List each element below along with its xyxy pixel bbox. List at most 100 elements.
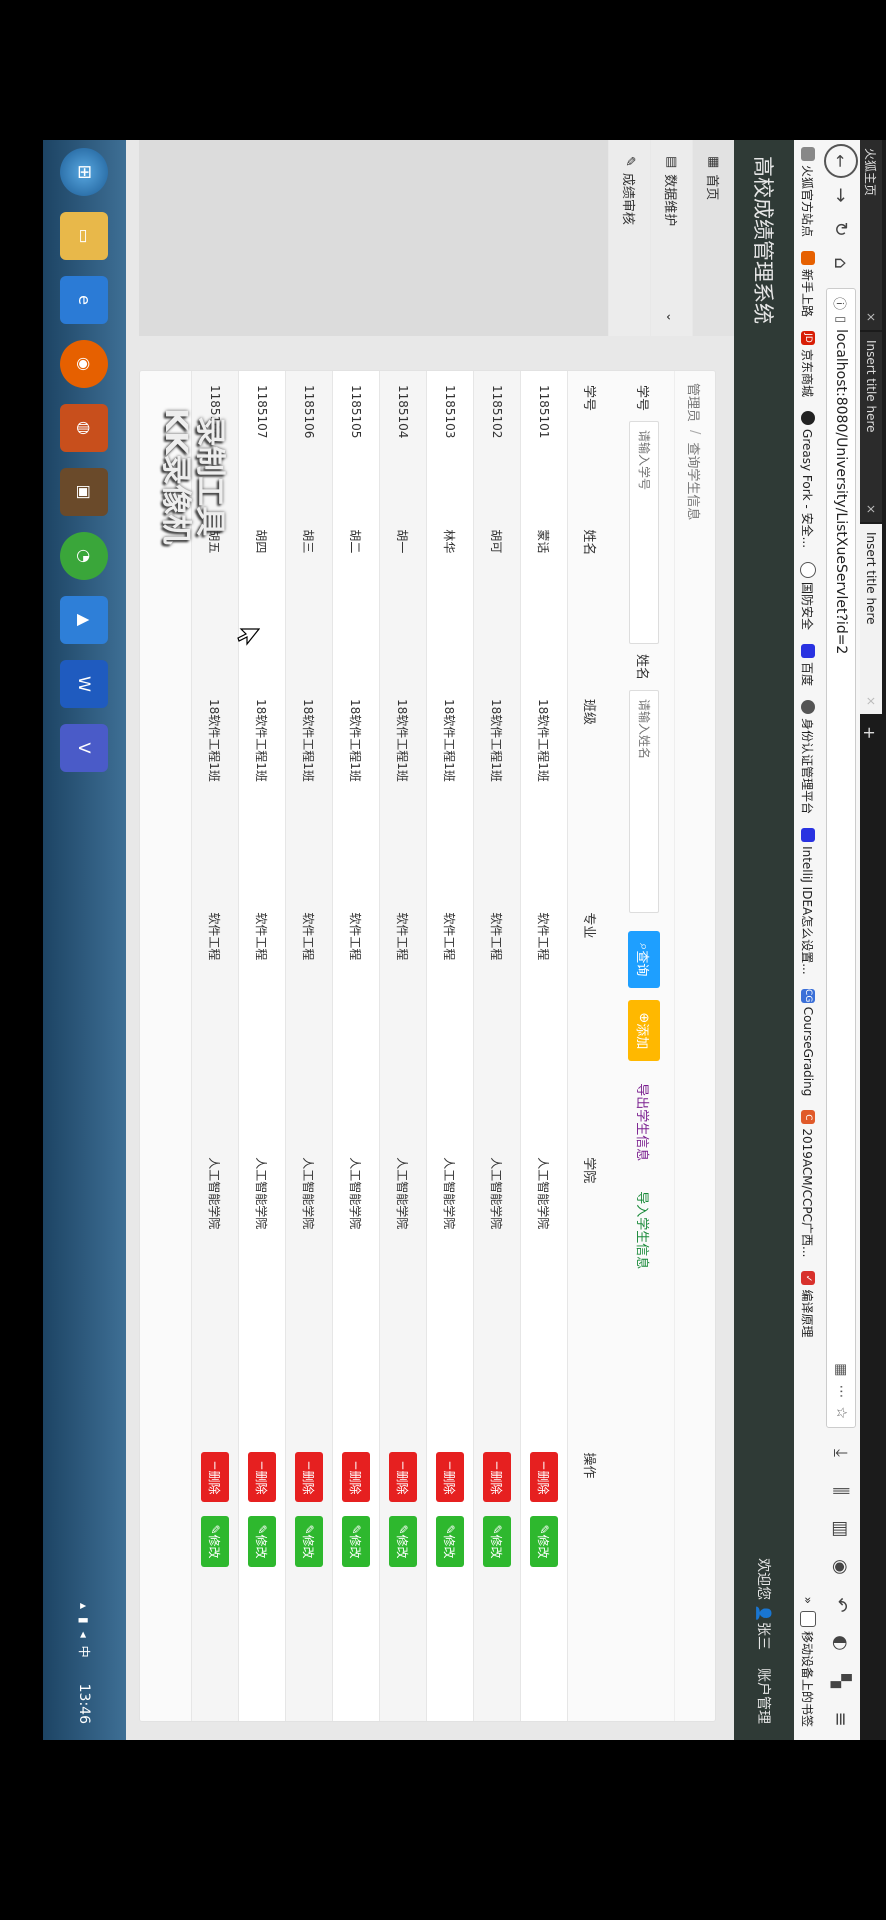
edit-button[interactable]: ✎ 修改 xyxy=(295,1516,323,1567)
edit-button[interactable]: ✎ 修改 xyxy=(389,1516,417,1567)
app-green-icon[interactable]: ◔ xyxy=(60,532,109,580)
file-explorer-icon[interactable]: ▭ xyxy=(60,212,109,260)
bookmark-acm[interactable]: C 2019ACM/CCPC广西... xyxy=(800,1103,817,1264)
bookmark-firefox[interactable]: 火狐官方站点 xyxy=(800,140,817,244)
word-icon[interactable]: W xyxy=(60,660,109,708)
cell-class: 18软件工程1班 xyxy=(238,684,286,899)
delete-button[interactable]: − 删除 xyxy=(342,1452,370,1503)
bookmark-greasyfork[interactable]: Greasy Fork - 安全... xyxy=(800,404,817,555)
delete-button[interactable]: − 删除 xyxy=(530,1452,558,1503)
reload-icon[interactable]: ↻ xyxy=(824,212,858,246)
more-actions-icon[interactable]: ⋯ xyxy=(833,1384,849,1398)
account-icon[interactable]: ◉ xyxy=(824,1550,858,1584)
sidebar-item-grade-review[interactable]: ✎ 成绩审核 xyxy=(608,140,650,336)
library-icon[interactable]: ⫼ xyxy=(824,1474,858,1508)
user-icon: 👤 xyxy=(755,1604,771,1622)
sidebar-item-label: 成绩审核 xyxy=(620,172,635,225)
info-icon[interactable]: ⓘ xyxy=(832,297,851,310)
qr-code-icon[interactable]: ▦ xyxy=(833,1363,849,1376)
taskbar-clock[interactable]: 13:46 xyxy=(77,1684,93,1724)
network-icon[interactable]: ▮ xyxy=(78,1617,92,1624)
bookmark-intellij[interactable]: IntelliJ IDEA怎么设置... xyxy=(800,821,817,982)
recorder-icon[interactable]: ◍ xyxy=(60,404,109,452)
table-row: 1185103 林华 18软件工程1班 软件工程 人工智能学院 − 删除 ✎ 修改 xyxy=(426,371,474,1721)
bookmark-mobile[interactable]: 移动设备上的书签 xyxy=(800,1604,817,1734)
student-id-input[interactable] xyxy=(629,421,659,645)
firefox-icon[interactable]: ◉ xyxy=(60,340,109,388)
edit-button[interactable]: ✎ 修改 xyxy=(201,1516,229,1567)
import-students-link[interactable]: 导入学生信息 xyxy=(635,1191,654,1269)
delete-button[interactable]: − 删除 xyxy=(201,1452,229,1503)
student-name-input[interactable] xyxy=(629,690,659,914)
visio-icon[interactable]: V xyxy=(60,724,109,772)
home-icon[interactable]: ⌂ xyxy=(824,246,858,280)
cell-college: 人工智能学院 xyxy=(520,1143,568,1439)
add-button[interactable]: ⊕ 添加 xyxy=(628,1000,660,1062)
ie-icon[interactable]: e xyxy=(60,276,109,324)
check-icon: ✓ xyxy=(801,1271,815,1286)
delete-label: 删除 xyxy=(301,1470,316,1495)
sidebar-item-data-maintenance[interactable]: ▤ 数据维护 ⌄ xyxy=(650,140,692,336)
bookmark-auth[interactable]: 身份认证管理平台 xyxy=(800,693,817,821)
close-icon[interactable]: × xyxy=(864,312,878,322)
url-text[interactable]: localhost:8080/University/ListXueServlet… xyxy=(833,329,849,1355)
export-students-link[interactable]: 导出学生信息 xyxy=(635,1083,654,1161)
close-icon[interactable]: × xyxy=(864,504,878,514)
edit-button[interactable]: ✎ 修改 xyxy=(530,1516,558,1567)
cell-name: 胡三 xyxy=(285,515,333,685)
sidebar-item-label: 数据维护 xyxy=(662,174,677,227)
chevron-down-icon: ⌄ xyxy=(664,311,679,322)
sidebar-icon[interactable]: ▥ xyxy=(824,1512,858,1546)
bookmark-compiler[interactable]: ✓ 编译原理 xyxy=(800,1264,817,1344)
bookmark-label: 百度 xyxy=(800,662,815,687)
greasyfork-icon xyxy=(801,411,815,426)
bookmark-baidu[interactable]: 百度 xyxy=(800,637,817,693)
search-button[interactable]: ⌕ 查询 xyxy=(628,931,660,989)
delete-button[interactable]: − 删除 xyxy=(248,1452,276,1503)
minus-icon: − xyxy=(443,1460,457,1471)
table-row: 1185105 胡二 18软件工程1班 软件工程 人工智能学院 − 删除 ✎ 修改 xyxy=(332,371,380,1721)
delete-button[interactable]: − 删除 xyxy=(295,1452,323,1503)
extension-icon[interactable]: ◐ xyxy=(824,1626,858,1660)
game-icon[interactable]: ▣ xyxy=(60,468,109,516)
bookmark-star-icon[interactable]: ☆ xyxy=(833,1406,849,1419)
breadcrumb-admin[interactable]: 管理员 xyxy=(686,383,705,422)
bookmark-coursegrading[interactable]: CG CourseGrading xyxy=(801,982,815,1104)
intellij-icon[interactable]: ▲ xyxy=(60,596,109,644)
volume-icon[interactable]: ◂ xyxy=(78,1632,92,1638)
watermark-line: KK录像机 xyxy=(158,408,193,545)
new-tab-button[interactable]: + xyxy=(860,716,879,749)
student-name-label: 姓名 xyxy=(634,654,650,681)
bookmark-jd[interactable]: JD 京东商城 xyxy=(800,324,817,404)
close-icon[interactable]: × xyxy=(864,696,878,706)
account-menu[interactable]: 账户管理 xyxy=(754,1668,774,1724)
edit-button[interactable]: ✎ 修改 xyxy=(342,1516,370,1567)
sidebar-item-home[interactable]: ▦ 首页 xyxy=(692,140,734,336)
bookmark-defense[interactable]: 国防安全 xyxy=(800,555,817,637)
bookmark-getting-started[interactable]: 新手上路 xyxy=(800,244,817,324)
menu-icon[interactable]: ≡ xyxy=(824,1702,858,1736)
tab-insert-title-1[interactable]: Insert title here × xyxy=(860,332,882,522)
edit-button[interactable]: ✎ 修改 xyxy=(436,1516,464,1567)
delete-button[interactable]: − 删除 xyxy=(436,1452,464,1503)
apps-icon[interactable]: ▚ xyxy=(824,1664,858,1698)
cell-major: 软件工程 xyxy=(238,898,286,1144)
start-button[interactable]: ⊞ xyxy=(60,148,109,196)
delete-button[interactable]: − 删除 xyxy=(389,1452,417,1503)
undo-icon[interactable]: ↶ xyxy=(824,1588,858,1622)
tray-chevron-icon[interactable]: ▴ xyxy=(78,1603,92,1609)
download-icon[interactable]: ⤓ xyxy=(824,1436,858,1470)
bookmarks-more-icon[interactable]: » xyxy=(801,1597,815,1604)
tab-insert-title-2[interactable]: Insert title here × xyxy=(860,524,882,714)
cell-major: 软件工程 xyxy=(520,898,568,1144)
url-bar[interactable]: ⓘ ▯ localhost:8080/University/ListXueSer… xyxy=(826,288,856,1428)
tab-firefox-home[interactable]: 火狐主页 × xyxy=(860,140,882,330)
ime-icon[interactable]: 中 xyxy=(76,1646,93,1658)
edit-button[interactable]: ✎ 修改 xyxy=(483,1516,511,1567)
edit-button[interactable]: ✎ 修改 xyxy=(248,1516,276,1567)
delete-button[interactable]: − 删除 xyxy=(483,1452,511,1503)
back-arrow-icon[interactable]: ← xyxy=(824,144,858,178)
cell-name: 胡四 xyxy=(238,515,286,685)
forward-arrow-icon[interactable]: → xyxy=(824,178,858,212)
browser-tab-strip: 火狐主页 × Insert title here × Insert title … xyxy=(860,140,886,1740)
